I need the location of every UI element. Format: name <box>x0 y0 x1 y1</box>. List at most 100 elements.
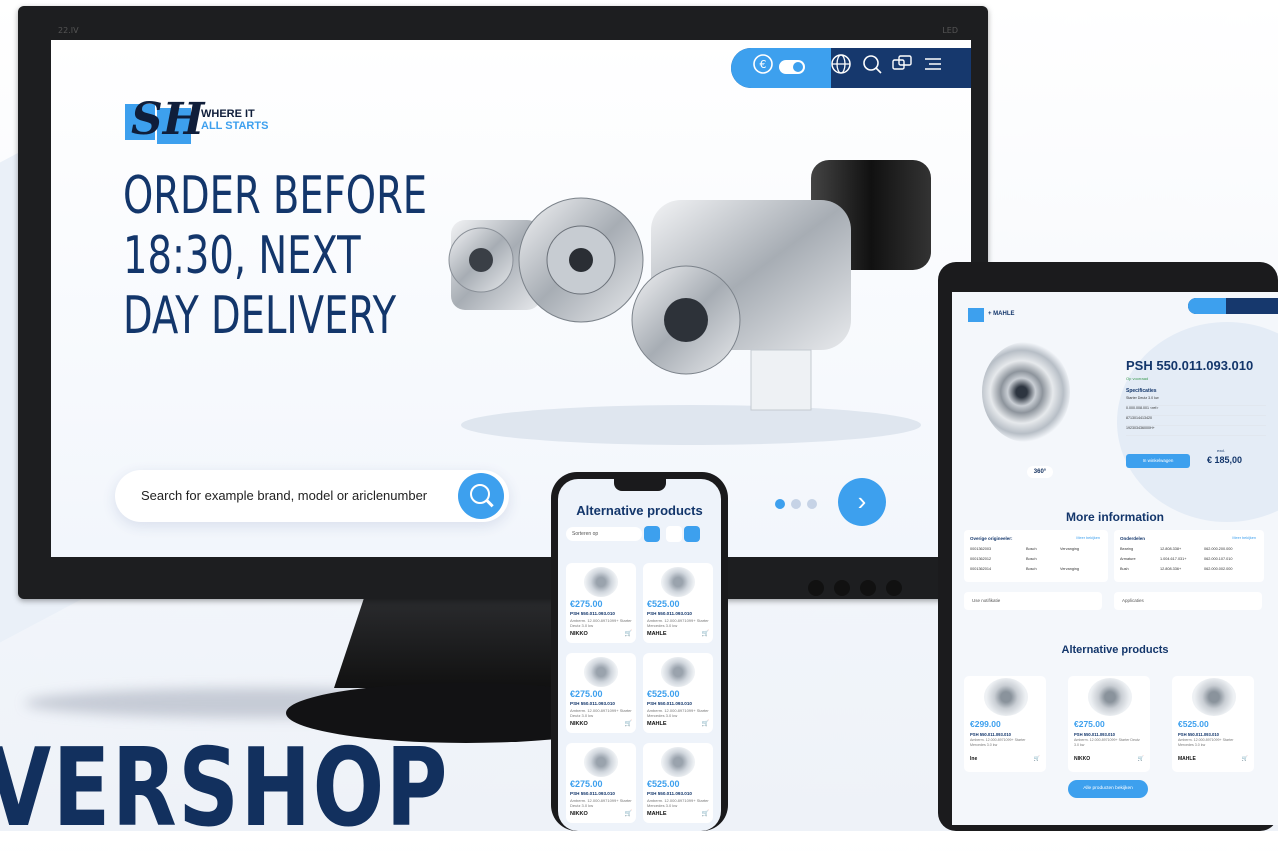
monitor-led-tag: LED <box>942 26 958 35</box>
monitor-model-tag: 22.IV <box>58 26 79 35</box>
spec-heading: Specificaties <box>1126 388 1157 394</box>
product-card[interactable]: €525.00 PSH 550.011.093.010 Amberm. 12.000… <box>643 743 713 823</box>
list-view-icon[interactable] <box>666 526 682 542</box>
product-image <box>584 747 618 777</box>
background-word: VERSHOP <box>0 726 450 851</box>
brand-logo: lne <box>970 756 978 762</box>
search-icon[interactable] <box>857 53 887 83</box>
product-image <box>584 657 618 687</box>
product-desc: Amberm. 12.000.8971099+ Starter Mercedes… <box>970 738 1026 747</box>
tablet-psh-logo[interactable] <box>968 308 984 322</box>
phone-device: Alternative products Sorteren op €275.00… <box>551 472 728 831</box>
brand-logo: MAHLE <box>647 721 667 727</box>
brand-logo: MAHLE <box>1178 756 1196 762</box>
product-desc: Amberm. 12.000.8971099+ Starter Deutz 3.… <box>570 798 632 808</box>
product-desc: Amberm. 12.000.8971099+ Starter Mercedes… <box>647 708 709 718</box>
all-products-button[interactable]: Alle producten bekijken <box>1068 780 1148 798</box>
cart-icon[interactable]: 🛒 <box>1138 756 1144 762</box>
svg-text:€: € <box>760 58 767 71</box>
product-price: €525.00 <box>647 599 680 609</box>
psh-logo[interactable]: SH <box>125 94 204 152</box>
monitor: 22.IV LED € SH WHERE IT ALL STARTS ORDER… <box>18 6 988 599</box>
cart-icon[interactable]: 🛒 <box>625 810 632 817</box>
product-price: €275.00 <box>570 599 603 609</box>
search-bar[interactable]: Search for example brand, model or aricl… <box>115 470 509 522</box>
product-card[interactable]: €525.00 PSH 550.011.093.010 Amberm. 12.000… <box>643 563 713 643</box>
toggle-switch[interactable] <box>779 60 805 74</box>
product-card[interactable]: €525.00 PSH 550.011.093.010 Amberm. 12.000… <box>643 653 713 733</box>
search-button[interactable] <box>458 473 504 519</box>
product-price: €275.00 <box>570 779 603 789</box>
monitor-hardware-buttons <box>808 580 938 600</box>
stock-status: Op voorraad <box>1126 376 1149 381</box>
product-code: PSH 550.011.093.010 <box>570 611 615 616</box>
product-price: € 185,00 <box>1207 455 1243 465</box>
product-price: €525.00 <box>647 779 680 789</box>
product-desc: Amberm. 12.000.8971099+ Starter Mercedes… <box>1178 738 1234 747</box>
phone-title: Alternative products <box>576 503 703 518</box>
tablet-screen: + MAHLE 360° PSH 550.011.093.010 Op voor… <box>952 292 1278 825</box>
view-more-link[interactable]: Meer bekijken <box>1232 536 1256 540</box>
brand-logo: NIKKO <box>570 811 588 817</box>
filter-icon[interactable] <box>644 526 660 542</box>
product-desc: Amberm. 12.000.8971099+ Starter Deutz 3.… <box>1074 738 1140 747</box>
chat-icon[interactable] <box>887 53 917 83</box>
product-price: €275.00 <box>570 689 603 699</box>
product-image <box>661 657 695 687</box>
product-code: PSH 550.011.093.010 <box>570 701 615 706</box>
product-image <box>984 678 1028 716</box>
view-more-link[interactable]: Meer bekijken <box>1076 536 1100 540</box>
product-image <box>1192 678 1236 716</box>
cart-icon[interactable]: 🛒 <box>702 630 709 637</box>
product-card[interactable]: €275.00 PSH 550.011.093.010 Amberm. 12.000… <box>566 563 636 643</box>
cart-icon[interactable]: 🛒 <box>625 630 632 637</box>
grid-view-icon[interactable] <box>684 526 700 542</box>
cart-icon[interactable]: 🛒 <box>1034 756 1040 762</box>
view-360-button[interactable]: 360° <box>1027 466 1053 478</box>
cart-icon[interactable]: 🛒 <box>1242 756 1248 762</box>
sort-dropdown[interactable]: Sorteren op <box>566 527 642 541</box>
cart-icon[interactable]: 🛒 <box>702 720 709 727</box>
euro-icon[interactable]: € <box>748 53 778 83</box>
product-code: PSH 550.011.093.010 <box>570 791 615 796</box>
alternator-image <box>982 342 1070 442</box>
product-card[interactable]: €275.00 PSH 550.011.093.010 Amberm. 12.000… <box>566 743 636 823</box>
add-to-cart-button[interactable]: In winkelwagen <box>1126 454 1190 468</box>
product-desc: Amberm. 12.000.8971099+ Starter Deutz 3.… <box>570 708 632 718</box>
tablet-brand-partner: + MAHLE <box>988 311 1015 317</box>
phone-screen: Alternative products Sorteren op €275.00… <box>558 479 721 831</box>
product-card[interactable]: €275.00 PSH 550.011.093.010 Amberm. 12.000… <box>566 653 636 733</box>
notification-dropdown[interactable]: Use notifikatie <box>964 592 1102 610</box>
carousel-next-button[interactable]: › <box>838 478 886 526</box>
alternative-product-card[interactable]: €299.00 PSH 550.011.093.010 Amberm. 12.000… <box>964 676 1046 772</box>
menu-icon[interactable] <box>917 53 947 83</box>
more-information-heading: More information <box>1066 510 1164 524</box>
alternative-product-card[interactable]: €525.00 PSH 550.011.093.010 Amberm. 12.000… <box>1172 676 1254 772</box>
cart-icon[interactable]: 🛒 <box>625 720 632 727</box>
carousel-dots <box>775 496 823 514</box>
monitor-stand <box>334 598 584 688</box>
applications-dropdown[interactable]: Applicaties <box>1114 592 1262 610</box>
product-image <box>661 747 695 777</box>
globe-icon[interactable] <box>826 53 856 83</box>
carousel-dot[interactable] <box>791 499 801 509</box>
carousel-dot[interactable] <box>775 499 785 509</box>
product-code: PSH 550.011.093.010 <box>970 732 1011 737</box>
brand-logo: NIKKO <box>1074 756 1091 762</box>
brand-logo: MAHLE <box>647 811 667 817</box>
tablet-currency-toolbar <box>1188 298 1226 314</box>
product-price: €299.00 <box>970 719 1001 729</box>
product-price: €525.00 <box>647 689 680 699</box>
carousel-dot[interactable] <box>807 499 817 509</box>
product-code: PSH 550.011.093.010 <box>1178 732 1219 737</box>
search-placeholder[interactable]: Search for example brand, model or aricl… <box>141 488 427 503</box>
tablet-device: + MAHLE 360° PSH 550.011.093.010 Op voor… <box>938 262 1278 831</box>
brand-logo: NIKKO <box>570 631 588 637</box>
product-image <box>584 567 618 597</box>
product-code: PSH 550.011.093.010 <box>647 791 692 796</box>
product-image <box>661 567 695 597</box>
cart-icon[interactable]: 🛒 <box>702 810 709 817</box>
alternative-product-card[interactable]: €275.00 PSH 550.011.093.010 Amberm. 12.000… <box>1068 676 1150 772</box>
price-label: excl. <box>1217 448 1226 453</box>
brand-logo: NIKKO <box>570 721 588 727</box>
